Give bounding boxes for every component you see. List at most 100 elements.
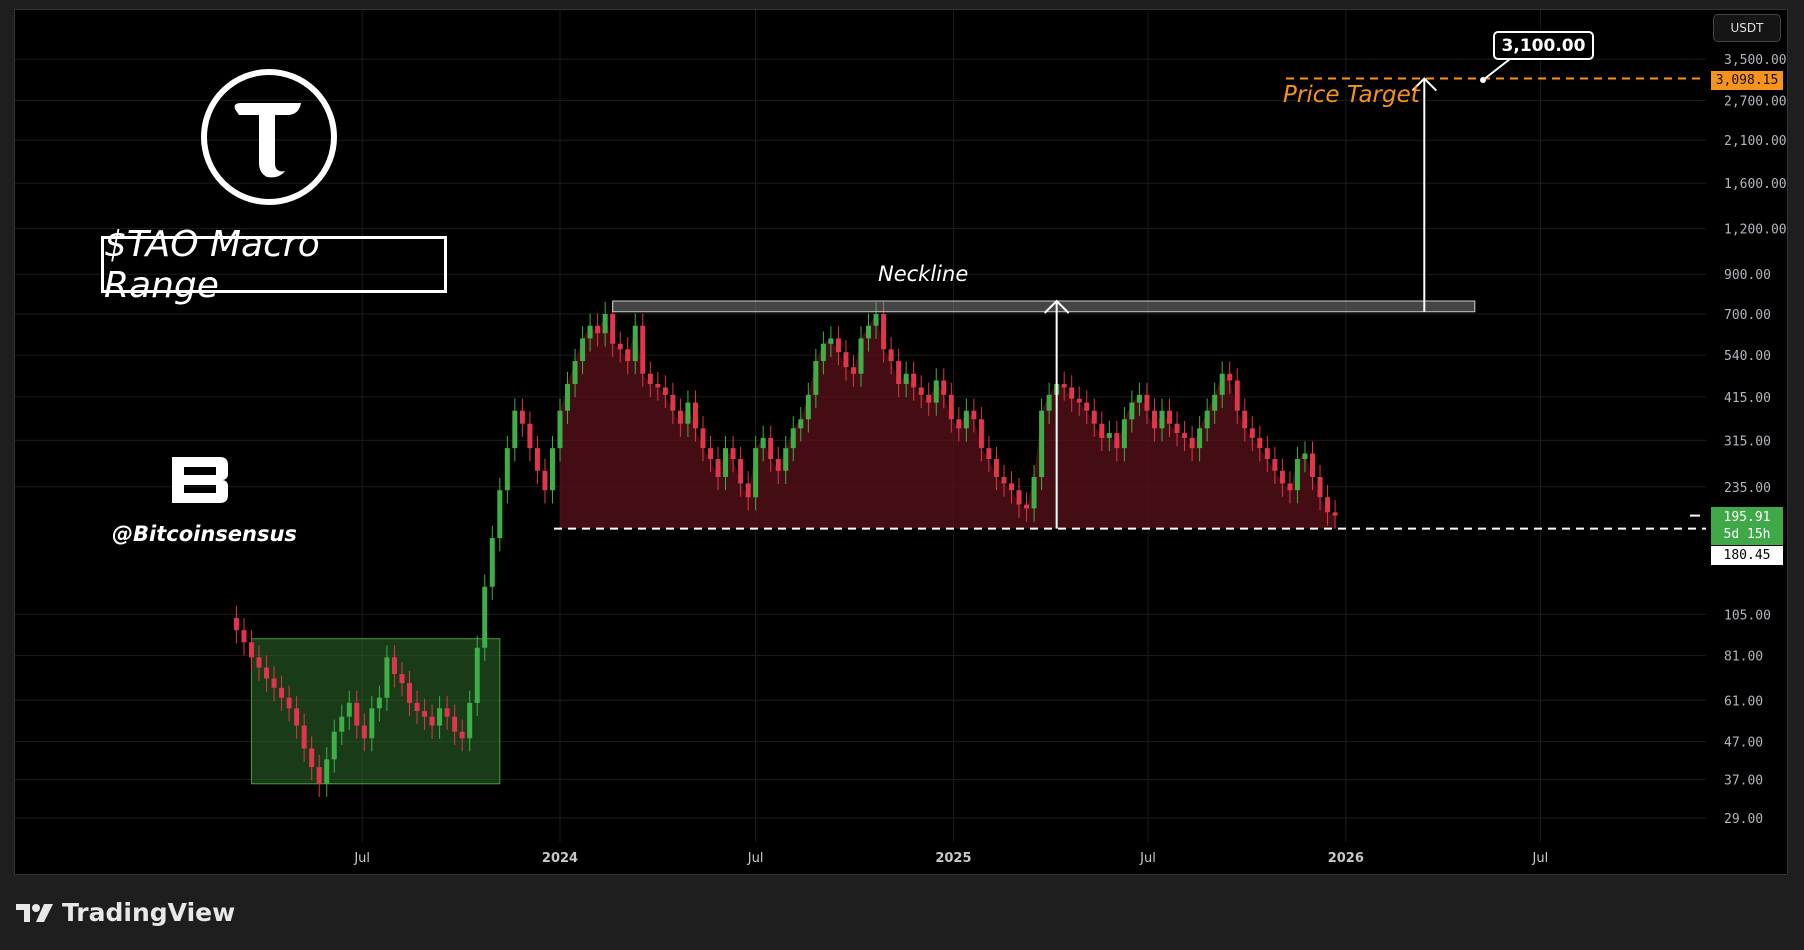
candle-body [820, 343, 826, 362]
candle-body [1001, 476, 1007, 484]
candle-body [790, 428, 796, 449]
candle-body [1114, 433, 1120, 449]
candle-body [1219, 373, 1225, 395]
candle-body [1212, 394, 1218, 411]
candle-body [580, 338, 586, 362]
candle-body [391, 657, 397, 675]
x-tick-label: Jul [1139, 851, 1156, 866]
candle-body [482, 586, 488, 648]
candle-body [264, 667, 270, 679]
price-target-label: Price Target [1283, 82, 1420, 108]
candle-body [1204, 410, 1210, 429]
x-tick-label: Jul [747, 851, 764, 866]
candle-body [1234, 380, 1240, 411]
x-tick-label: 2025 [935, 851, 971, 866]
candle-body [376, 697, 382, 709]
candle-body [708, 448, 713, 460]
candle-body [948, 394, 954, 420]
x-tick-label: Jul [353, 851, 370, 866]
candle-body [429, 716, 435, 726]
candle [504, 435, 510, 504]
candle-body [407, 683, 412, 703]
candle-body [978, 419, 984, 449]
neckline-label: Neckline [878, 262, 969, 286]
candle-body [783, 448, 789, 471]
candle-countdown: 5d 15h [1723, 527, 1771, 542]
candle-body [1061, 383, 1067, 388]
candle-body [1317, 476, 1323, 498]
y-tick-label: 2,700.00 [1724, 94, 1787, 109]
candle-body [625, 349, 631, 362]
tradingview-logo-icon [16, 903, 53, 922]
y-tick-label: 37.00 [1724, 773, 1763, 788]
y-tick-label: 2,100.00 [1724, 134, 1787, 149]
candle-body [467, 702, 473, 739]
candle-body [1272, 459, 1278, 471]
candle [241, 617, 247, 656]
candle-body [1227, 373, 1233, 381]
y-tick-label: 700.00 [1724, 308, 1771, 323]
candle-body [662, 387, 668, 395]
bitcoinsensus-logo [172, 457, 228, 503]
candle-body [956, 419, 962, 429]
y-tick-label: 29.00 [1724, 812, 1763, 827]
price-callout[interactable]: 3,100.00 [1493, 31, 1594, 60]
candle-body [512, 410, 518, 449]
callout-anchor-dot [1480, 77, 1486, 83]
author-handle: @Bitcoinsensus [112, 522, 297, 546]
candle [512, 398, 518, 462]
candle-body [1197, 428, 1203, 449]
candle-body [918, 387, 924, 395]
candle-body [760, 437, 766, 449]
candle-body [271, 678, 277, 688]
candle-body [1167, 410, 1173, 424]
tradingview-brand[interactable]: TradingView [16, 898, 235, 927]
y-tick-label: 235.00 [1724, 481, 1771, 496]
candle-body [331, 731, 337, 760]
candle-body [655, 383, 661, 388]
candle-body [685, 402, 691, 424]
candle-body [1009, 483, 1014, 491]
candle-body [963, 410, 969, 429]
candle-body [542, 470, 548, 491]
candle-body [1129, 402, 1135, 420]
candle-body [1069, 387, 1075, 399]
candle-body [595, 325, 601, 334]
candle-body [1039, 410, 1045, 477]
candle-body [941, 380, 947, 395]
candle-body [414, 702, 420, 712]
candle-body [286, 697, 292, 709]
chart-title: $TAO Macro Range [101, 224, 447, 306]
candle-body [361, 725, 367, 739]
candle-body [309, 748, 315, 768]
y-tick-label: 415.00 [1724, 391, 1771, 406]
candle-body [993, 459, 999, 477]
candle-body [768, 437, 774, 460]
bittensor-logo [201, 69, 337, 205]
candle-body [1325, 497, 1331, 513]
x-tick-label: Jul [1532, 851, 1549, 866]
currency-button[interactable]: USDT [1713, 14, 1781, 42]
candle-body [738, 459, 744, 484]
candle-body [1024, 504, 1030, 509]
y-tick-label: 1,600.00 [1724, 177, 1787, 192]
candle-body [1091, 410, 1097, 424]
candle-body [565, 383, 571, 411]
candle-body [1121, 419, 1127, 449]
candle [489, 525, 495, 600]
y-tick-label: 81.00 [1724, 649, 1763, 664]
target-price-tag: 3,098.15 [1711, 71, 1783, 90]
candle [534, 435, 540, 484]
candle-body [911, 373, 917, 388]
candle-body [1136, 394, 1142, 403]
candle-body [805, 394, 811, 420]
candle-body [1294, 459, 1300, 491]
candle-body [422, 711, 428, 717]
candle-body [700, 428, 706, 449]
candle-body [1332, 512, 1338, 516]
candle-body [933, 380, 939, 403]
measured-move-arrow [1411, 77, 1438, 312]
candle [519, 398, 525, 437]
y-tick-label: 3,500.00 [1724, 53, 1787, 68]
last-price-tag: 195.91 5d 15h [1711, 507, 1783, 545]
